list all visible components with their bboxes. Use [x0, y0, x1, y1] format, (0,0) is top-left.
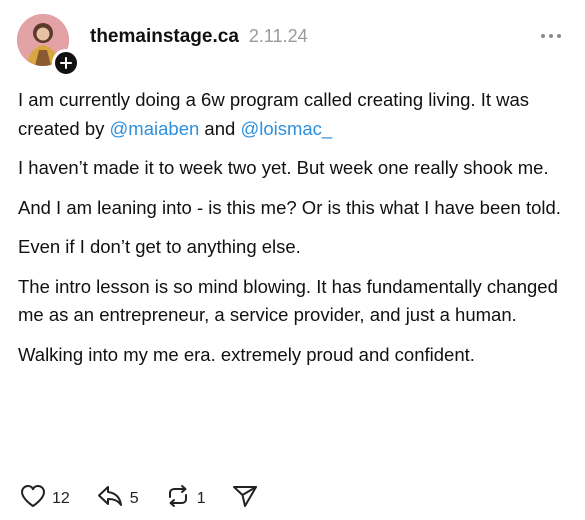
action-bar: 12 5 1	[20, 484, 284, 513]
mention-loismac[interactable]: @loismac_	[240, 118, 332, 139]
paragraph-6: Walking into my me era. extremely proud …	[18, 343, 475, 365]
repost-count: 1	[196, 489, 206, 507]
comment-count: 5	[129, 489, 139, 507]
thread-post: themainstage.ca 2.11.24 I am currently d…	[0, 0, 585, 520]
like-count: 12	[52, 489, 70, 507]
post-header: themainstage.ca 2.11.24	[90, 26, 308, 48]
paragraph-3: And I am leaning into - is this me? Or i…	[18, 196, 561, 218]
post-date: 2.11.24	[248, 26, 308, 46]
paragraph-2: I haven’t made it to week two yet. But w…	[18, 157, 549, 178]
repost-icon	[165, 484, 191, 513]
paragraph-1: I am currently doing a 6w program called…	[18, 86, 573, 143]
repost-button[interactable]: 1	[165, 484, 206, 513]
comment-button[interactable]: 5	[96, 484, 139, 513]
follow-plus-icon[interactable]	[52, 49, 80, 77]
username-link[interactable]: themainstage.ca	[90, 26, 239, 48]
post-body: I am currently doing a 6w program called…	[18, 86, 573, 380]
paragraph-1-and: and	[199, 117, 241, 139]
share-button[interactable]	[232, 484, 258, 513]
paragraph-5: The intro lesson is so mind blowing. It …	[18, 275, 558, 326]
avatar-container[interactable]	[17, 14, 80, 77]
more-dots-icon[interactable]	[539, 28, 563, 38]
like-button[interactable]: 12	[20, 484, 70, 513]
paragraph-4: Even if I don’t get to anything else.	[18, 236, 301, 257]
heart-icon	[20, 484, 46, 513]
comment-icon	[96, 484, 124, 513]
share-send-icon	[232, 484, 258, 513]
mention-maiaben[interactable]: @maiaben	[110, 118, 200, 139]
